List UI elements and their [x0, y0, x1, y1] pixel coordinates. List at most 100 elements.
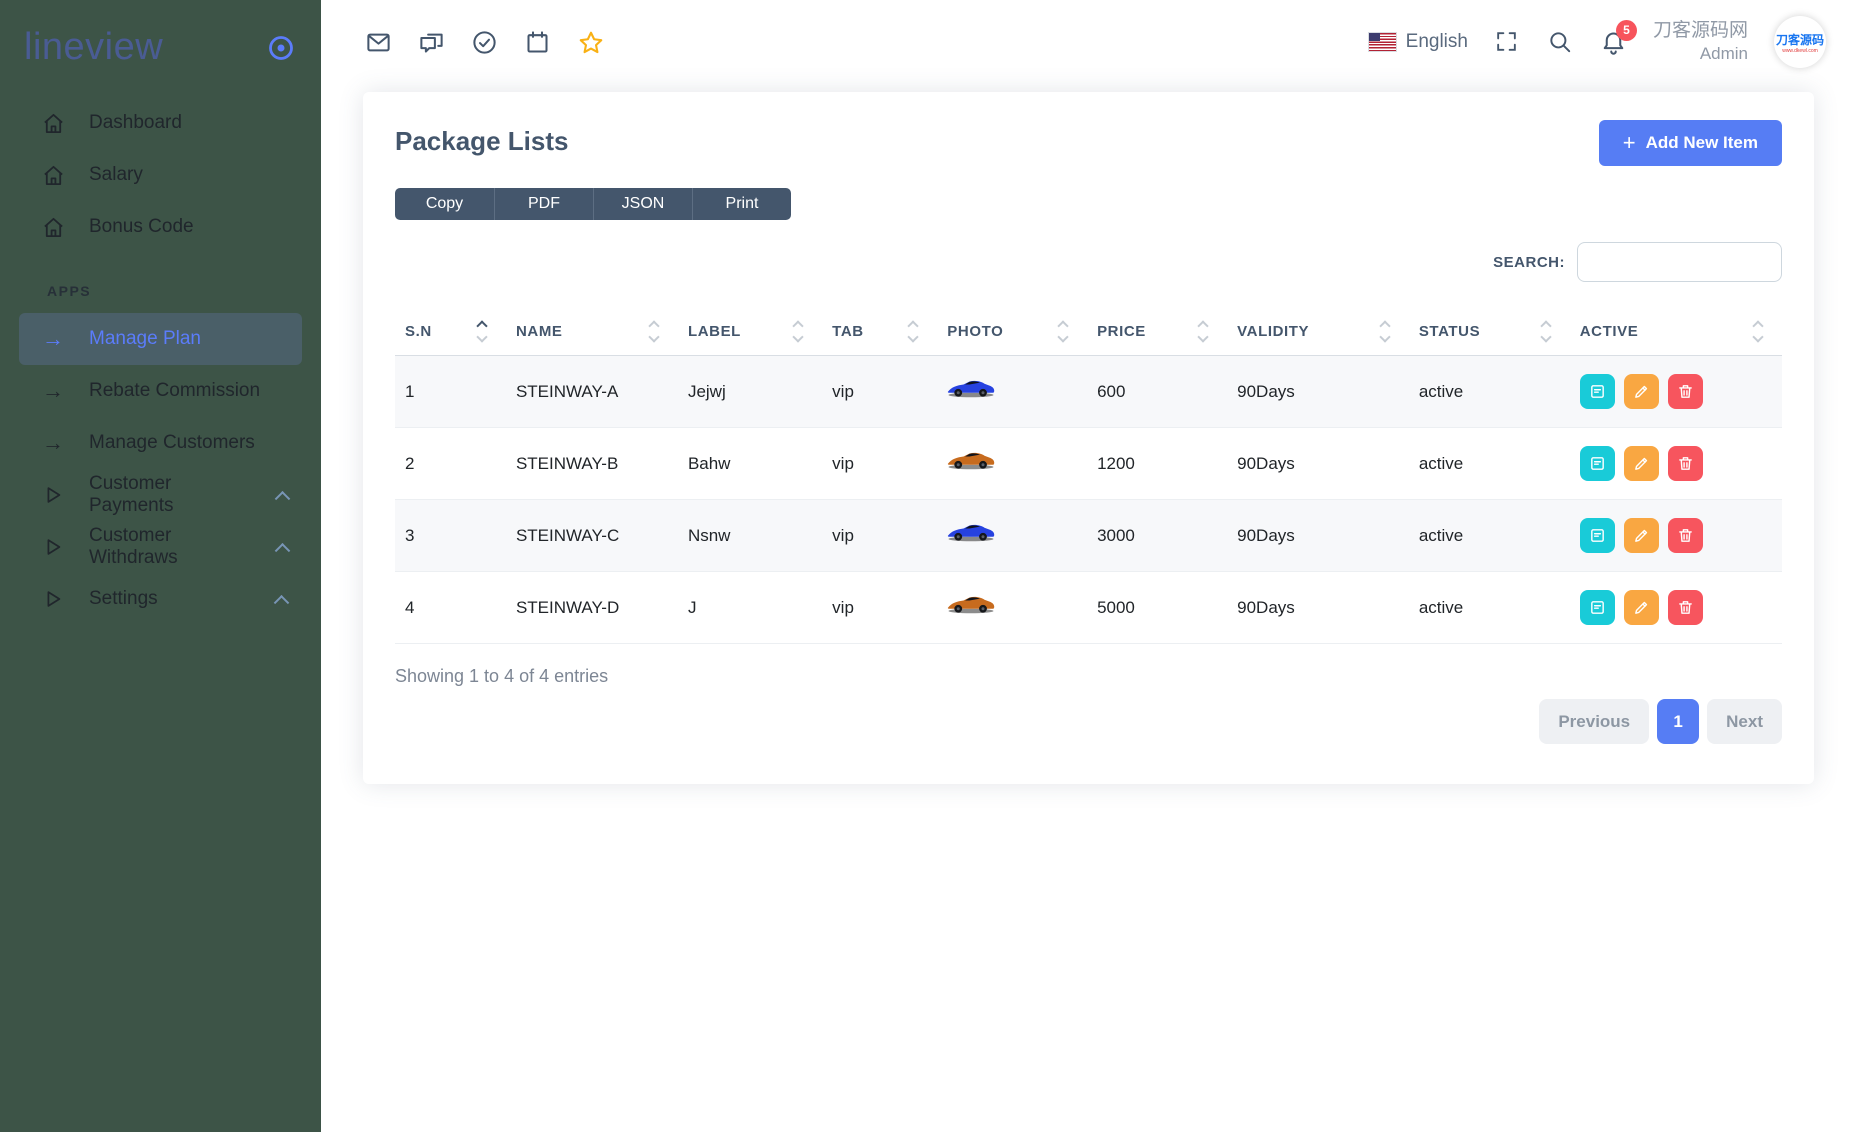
sidebar-toggle-icon[interactable] — [267, 34, 295, 62]
package-lists-card: Package Lists + Add New Item Copy PDF JS… — [363, 92, 1814, 784]
add-new-item-button[interactable]: + Add New Item — [1599, 120, 1782, 166]
sidebar-item-label: Salary — [89, 164, 143, 186]
sort-icons[interactable] — [1542, 322, 1564, 341]
column-header-active[interactable]: ACTIVE — [1570, 308, 1782, 356]
star-icon[interactable] — [577, 29, 604, 56]
json-button[interactable]: JSON — [593, 188, 692, 220]
delete-button[interactable] — [1668, 446, 1703, 481]
avatar[interactable]: 刀客源码 www.dkewl.com — [1774, 16, 1826, 68]
language-selector[interactable]: English — [1369, 31, 1468, 53]
table-header-row: S.N NAME LABEL TAB PHOTO PRICE VALIDITY … — [395, 308, 1782, 356]
cell-validity: 90Days — [1227, 500, 1409, 572]
user-info[interactable]: 刀客源码网 Admin — [1653, 19, 1748, 66]
sort-icons[interactable] — [1199, 322, 1221, 341]
sidebar-item-label: Bonus Code — [89, 216, 194, 238]
sort-asc-icon — [476, 320, 487, 331]
package-table: S.N NAME LABEL TAB PHOTO PRICE VALIDITY … — [395, 308, 1782, 644]
export-button-group: Copy PDF JSON Print — [395, 188, 791, 220]
sort-icons[interactable] — [650, 322, 672, 341]
sort-desc-icon — [648, 331, 659, 342]
notifications-bell[interactable]: 5 — [1600, 29, 1627, 56]
cell-price: 1200 — [1087, 428, 1227, 500]
play-outline-icon — [41, 483, 65, 507]
copy-button[interactable]: Copy — [395, 188, 494, 220]
brand-logo: lineview — [24, 26, 163, 69]
sidebar-item-manage-customers[interactable]: → Manage Customers — [19, 417, 302, 469]
sort-icons[interactable] — [1381, 322, 1403, 341]
column-header-photo[interactable]: PHOTO — [937, 308, 1087, 356]
edit-button[interactable] — [1624, 590, 1659, 625]
sidebar-item-customer-withdraws[interactable]: Customer Withdraws — [19, 521, 302, 573]
pagination: Previous 1 Next — [395, 699, 1782, 744]
edit-button[interactable] — [1624, 518, 1659, 553]
home-icon — [41, 111, 65, 135]
print-button[interactable]: Print — [692, 188, 791, 220]
column-header-validity[interactable]: VALIDITY — [1227, 308, 1409, 356]
column-header-label[interactable]: LABEL — [678, 308, 822, 356]
cell-name: STEINWAY-C — [506, 500, 678, 572]
sort-asc-icon — [1540, 320, 1551, 331]
details-button[interactable] — [1580, 446, 1615, 481]
car-photo — [947, 523, 995, 543]
cell-status: active — [1409, 428, 1570, 500]
table-row: 4 STEINWAY-D J vip 5000 90Days active — [395, 572, 1782, 644]
notification-badge: 5 — [1616, 20, 1637, 41]
sort-icons[interactable] — [794, 322, 816, 341]
column-header-sn[interactable]: S.N — [395, 308, 506, 356]
search-input[interactable] — [1577, 242, 1782, 282]
cell-tab: vip — [822, 500, 937, 572]
check-circle-icon[interactable] — [471, 29, 498, 56]
details-button[interactable] — [1580, 518, 1615, 553]
sidebar-item-label: Settings — [89, 588, 158, 610]
column-header-price[interactable]: PRICE — [1087, 308, 1227, 356]
home-icon — [41, 163, 65, 187]
page-number-button[interactable]: 1 — [1657, 699, 1699, 744]
pdf-button[interactable]: PDF — [494, 188, 593, 220]
edit-button[interactable] — [1624, 374, 1659, 409]
cell-status: active — [1409, 356, 1570, 428]
cell-label: J — [678, 572, 822, 644]
delete-icon — [1677, 455, 1694, 472]
cell-name: STEINWAY-D — [506, 572, 678, 644]
details-icon — [1589, 455, 1606, 472]
sort-icons[interactable] — [1059, 322, 1081, 341]
sort-icons[interactable] — [478, 322, 500, 341]
delete-button[interactable] — [1668, 590, 1703, 625]
sidebar-apps-nav: → Manage Plan → Rebate Commission → Mana… — [0, 313, 321, 625]
sort-icons[interactable] — [909, 322, 931, 341]
chat-icon[interactable] — [418, 29, 445, 56]
sort-asc-icon — [908, 320, 919, 331]
sidebar-item-rebate-commission[interactable]: → Rebate Commission — [19, 365, 302, 417]
cell-price: 600 — [1087, 356, 1227, 428]
sort-desc-icon — [908, 331, 919, 342]
sidebar-item-customer-payments[interactable]: Customer Payments — [19, 469, 302, 521]
details-button[interactable] — [1580, 590, 1615, 625]
page-title: Package Lists — [395, 120, 568, 157]
column-header-status[interactable]: STATUS — [1409, 308, 1570, 356]
calendar-icon[interactable] — [524, 29, 551, 56]
fullscreen-icon[interactable] — [1494, 29, 1521, 56]
user-role: Admin — [1653, 43, 1748, 65]
sort-icons[interactable] — [1754, 322, 1776, 341]
column-header-name[interactable]: NAME — [506, 308, 678, 356]
user-org: 刀客源码网 — [1653, 19, 1748, 44]
sidebar-item-manage-plan[interactable]: → Manage Plan — [19, 313, 302, 365]
edit-icon — [1633, 383, 1650, 400]
delete-button[interactable] — [1668, 374, 1703, 409]
edit-icon — [1633, 527, 1650, 544]
cell-price: 5000 — [1087, 572, 1227, 644]
next-page-button[interactable]: Next — [1707, 699, 1782, 744]
previous-page-button[interactable]: Previous — [1539, 699, 1649, 744]
mail-icon[interactable] — [365, 29, 392, 56]
sidebar-item-bonus-code[interactable]: Bonus Code — [19, 201, 302, 253]
sidebar-item-settings[interactable]: Settings — [19, 573, 302, 625]
sidebar-item-salary[interactable]: Salary — [19, 149, 302, 201]
chevron-up-icon — [276, 593, 288, 605]
column-header-tab[interactable]: TAB — [822, 308, 937, 356]
delete-button[interactable] — [1668, 518, 1703, 553]
edit-button[interactable] — [1624, 446, 1659, 481]
details-button[interactable] — [1580, 374, 1615, 409]
sidebar-item-dashboard[interactable]: Dashboard — [19, 97, 302, 149]
search-icon[interactable] — [1547, 29, 1574, 56]
sort-desc-icon — [1752, 331, 1763, 342]
